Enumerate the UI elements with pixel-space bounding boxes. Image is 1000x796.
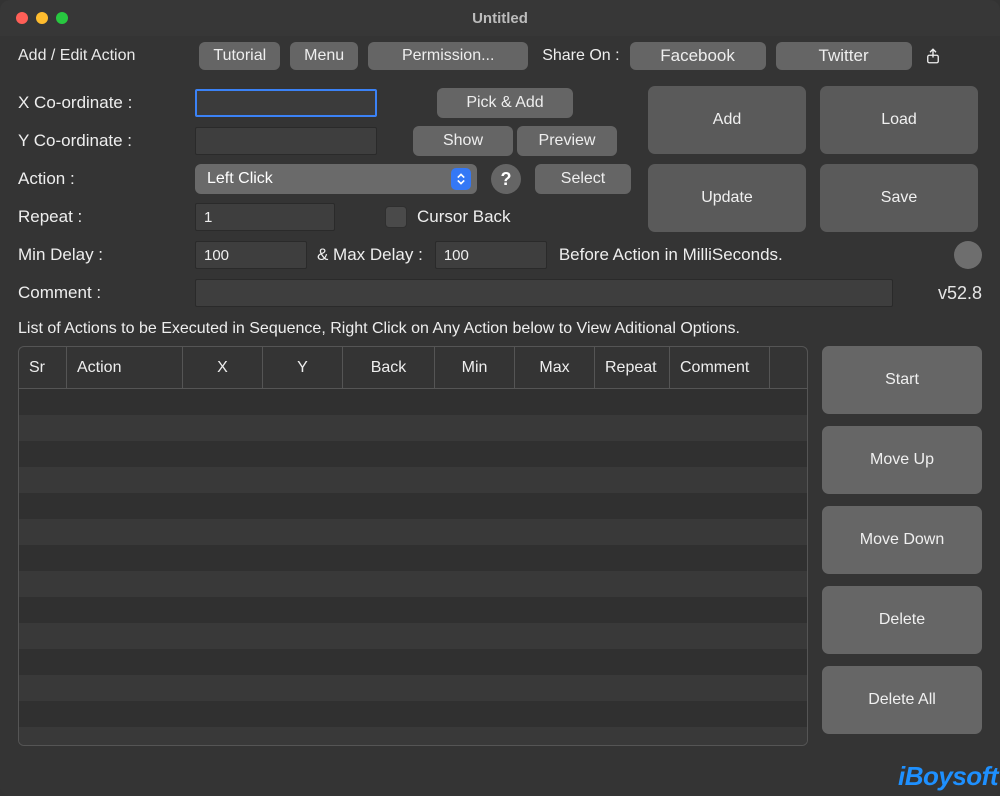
lower-section: Sr Action X Y Back Min Max Repeat Commen… <box>0 346 1000 764</box>
repeat-input[interactable] <box>195 203 335 231</box>
table-row[interactable] <box>19 623 807 649</box>
col-sr: Sr <box>19 347 67 388</box>
col-min: Min <box>435 347 515 388</box>
col-y: Y <box>263 347 343 388</box>
table-row[interactable] <box>19 571 807 597</box>
show-button[interactable]: Show <box>413 126 513 156</box>
permission-button[interactable]: Permission... <box>368 42 528 70</box>
table-row[interactable] <box>19 441 807 467</box>
save-button[interactable]: Save <box>820 164 978 232</box>
toolbar: Add / Edit Action Tutorial Menu Permissi… <box>0 36 1000 76</box>
table-body[interactable] <box>19 389 807 745</box>
move-down-button[interactable]: Move Down <box>822 506 982 574</box>
help-button[interactable]: ? <box>491 164 521 194</box>
share-on-label: Share On : <box>542 47 619 65</box>
x-coordinate-input[interactable] <box>195 89 377 117</box>
window-title: Untitled <box>472 10 528 27</box>
x-coordinate-label: X Co-ordinate : <box>18 93 195 113</box>
load-button[interactable]: Load <box>820 86 978 154</box>
update-button[interactable]: Update <box>648 164 806 232</box>
menu-button[interactable]: Menu <box>290 42 358 70</box>
pick-and-add-button[interactable]: Pick & Add <box>437 88 573 118</box>
col-comment: Comment <box>670 347 770 388</box>
status-indicator <box>954 241 982 269</box>
actions-table[interactable]: Sr Action X Y Back Min Max Repeat Commen… <box>18 346 808 746</box>
watermark: iBoysoft <box>898 761 998 792</box>
before-action-label: Before Action in MilliSeconds. <box>559 245 783 265</box>
minimize-window-button[interactable] <box>36 12 48 24</box>
twitter-button[interactable]: Twitter <box>776 42 912 70</box>
col-action: Action <box>67 347 183 388</box>
table-row[interactable] <box>19 597 807 623</box>
facebook-button[interactable]: Facebook <box>630 42 766 70</box>
comment-input[interactable] <box>195 279 893 307</box>
action-select-value: Left Click <box>207 170 273 188</box>
col-spacer <box>770 347 807 388</box>
comment-label: Comment : <box>18 283 195 303</box>
preview-button[interactable]: Preview <box>517 126 617 156</box>
cursor-back-label: Cursor Back <box>417 207 511 227</box>
y-coordinate-input[interactable] <box>195 127 377 155</box>
table-row[interactable] <box>19 415 807 441</box>
maximize-window-button[interactable] <box>56 12 68 24</box>
table-row[interactable] <box>19 493 807 519</box>
cursor-back-checkbox[interactable] <box>385 206 407 228</box>
min-delay-label: Min Delay : <box>18 245 195 265</box>
table-row[interactable] <box>19 467 807 493</box>
table-header: Sr Action X Y Back Min Max Repeat Commen… <box>19 347 807 389</box>
repeat-label: Repeat : <box>18 207 195 227</box>
list-instructions: List of Actions to be Executed in Sequen… <box>0 316 1000 346</box>
share-icon[interactable] <box>922 42 944 70</box>
col-repeat: Repeat <box>595 347 670 388</box>
col-x: X <box>183 347 263 388</box>
close-window-button[interactable] <box>16 12 28 24</box>
side-buttons: Start Move Up Move Down Delete Delete Al… <box>822 346 982 746</box>
col-back: Back <box>343 347 435 388</box>
table-row[interactable] <box>19 649 807 675</box>
titlebar: Untitled <box>0 0 1000 36</box>
select-arrows-icon <box>451 168 471 190</box>
table-row[interactable] <box>19 389 807 415</box>
action-label: Action : <box>18 169 195 189</box>
table-row[interactable] <box>19 701 807 727</box>
max-delay-input[interactable] <box>435 241 547 269</box>
main-window: Untitled Add / Edit Action Tutorial Menu… <box>0 0 1000 796</box>
select-button[interactable]: Select <box>535 164 631 194</box>
delete-button[interactable]: Delete <box>822 586 982 654</box>
action-select[interactable]: Left Click <box>195 164 477 194</box>
section-title: Add / Edit Action <box>18 47 135 65</box>
tutorial-button[interactable]: Tutorial <box>199 42 280 70</box>
table-row[interactable] <box>19 727 807 745</box>
start-button[interactable]: Start <box>822 346 982 414</box>
traffic-lights <box>0 12 68 24</box>
add-button[interactable]: Add <box>648 86 806 154</box>
col-max: Max <box>515 347 595 388</box>
table-row[interactable] <box>19 545 807 571</box>
big-buttons-grid: Add Load Update Save <box>648 86 978 232</box>
max-delay-label: & Max Delay : <box>317 245 423 265</box>
move-up-button[interactable]: Move Up <box>822 426 982 494</box>
min-delay-input[interactable] <box>195 241 307 269</box>
version-label: v52.8 <box>938 283 982 304</box>
delete-all-button[interactable]: Delete All <box>822 666 982 734</box>
table-row[interactable] <box>19 519 807 545</box>
y-coordinate-label: Y Co-ordinate : <box>18 131 195 151</box>
table-row[interactable] <box>19 675 807 701</box>
